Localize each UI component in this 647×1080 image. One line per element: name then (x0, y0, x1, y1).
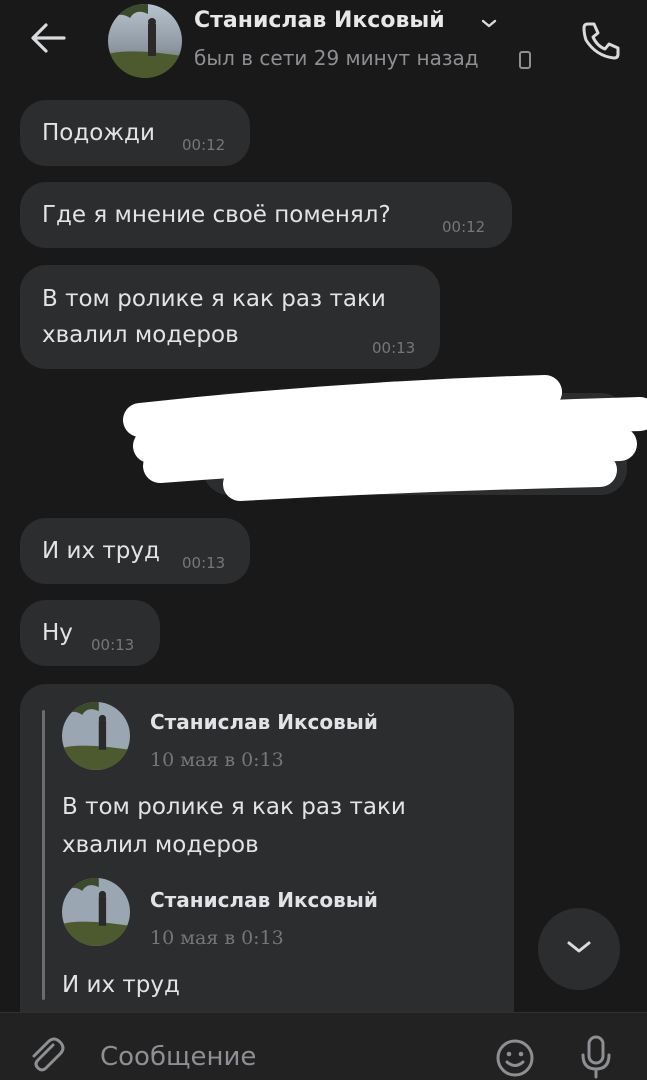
contact-name[interactable]: Станислав Иксовый (194, 8, 445, 33)
scroll-down-button[interactable] (538, 908, 620, 990)
message-time: 00:13 (91, 636, 135, 654)
emoji-icon[interactable] (494, 1037, 536, 1079)
forwarded-text: И их труд (62, 972, 180, 998)
forwarded-author-name[interactable]: Станислав Иксовый (150, 704, 378, 740)
microphone-icon[interactable] (576, 1033, 616, 1080)
quote-bar (42, 710, 45, 1000)
message-input[interactable] (100, 1037, 460, 1077)
message-text: Подожди (42, 120, 155, 146)
forwarded-date: 10 мая в 0:13 (150, 749, 284, 771)
message-text: Ну (42, 620, 73, 646)
forwarded-date: 10 мая в 0:13 (150, 927, 284, 949)
message-time: 00:12 (442, 218, 486, 236)
contact-avatar[interactable] (108, 4, 182, 78)
chat-header: Станислав Иксовый был в сети 29 минут на… (0, 0, 647, 88)
phone-device-icon (518, 50, 532, 70)
call-icon[interactable] (578, 18, 624, 62)
message-bubble[interactable]: В том ролике я как раз таки хвалил модер… (20, 265, 440, 369)
forwarded-text: В том ролике я как раз таки хвалил модер… (62, 794, 406, 858)
message-composer (0, 1012, 647, 1080)
message-bubble[interactable]: И их труд 00:13 (20, 518, 250, 584)
forwarded-author-avatar[interactable] (62, 702, 130, 770)
message-text: Где я мнение своё поменял? (42, 202, 391, 228)
message-time: 00:13 (372, 339, 416, 357)
message-text: И их труд (42, 538, 160, 564)
forwarded-author-avatar[interactable] (62, 878, 130, 946)
contact-status: был в сети 29 минут назад (194, 46, 479, 70)
message-bubble[interactable]: Подожди 00:12 (20, 100, 250, 166)
message-time: 00:12 (182, 136, 226, 154)
message-bubble[interactable]: Где я мнение своё поменял? 00:12 (20, 182, 512, 248)
message-time: 00:13 (182, 554, 226, 572)
outgoing-message-bubble[interactable] (203, 393, 627, 495)
message-bubble[interactable]: Ну 00:13 (20, 600, 160, 666)
forwarded-author-name[interactable]: Станислав Иксовый (150, 882, 378, 918)
paperclip-icon[interactable] (26, 1033, 66, 1075)
scroll-down-chevron-icon (564, 937, 594, 961)
back-arrow-icon[interactable] (26, 18, 70, 58)
chevron-down-icon[interactable] (480, 14, 498, 32)
